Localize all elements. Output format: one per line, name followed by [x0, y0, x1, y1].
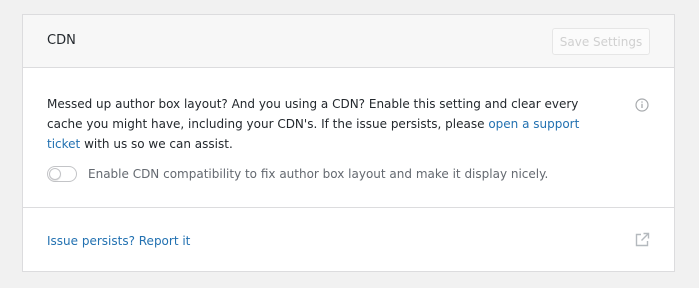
- save-settings-button[interactable]: Save Settings: [552, 28, 650, 55]
- card-body: Messed up author box layout? And you usi…: [23, 68, 674, 208]
- toggle-knob: [49, 168, 61, 180]
- external-link-icon[interactable]: [633, 231, 651, 249]
- card-footer: Issue persists? Report it: [23, 208, 674, 272]
- cdn-toggle-label: Enable CDN compatibility to fix author b…: [88, 167, 549, 181]
- cdn-compat-toggle[interactable]: [47, 166, 77, 182]
- cdn-settings-card: CDN Save Settings Messed up author box l…: [22, 14, 675, 272]
- cdn-toggle-row: Enable CDN compatibility to fix author b…: [47, 166, 548, 182]
- card-header: CDN Save Settings: [23, 15, 674, 68]
- card-title: CDN: [47, 33, 76, 48]
- cdn-description: Messed up author box layout? And you usi…: [47, 94, 587, 154]
- report-issue-link[interactable]: Issue persists? Report it: [47, 234, 190, 248]
- info-icon[interactable]: [635, 97, 649, 112]
- description-text-end: with us so we can assist.: [80, 137, 233, 151]
